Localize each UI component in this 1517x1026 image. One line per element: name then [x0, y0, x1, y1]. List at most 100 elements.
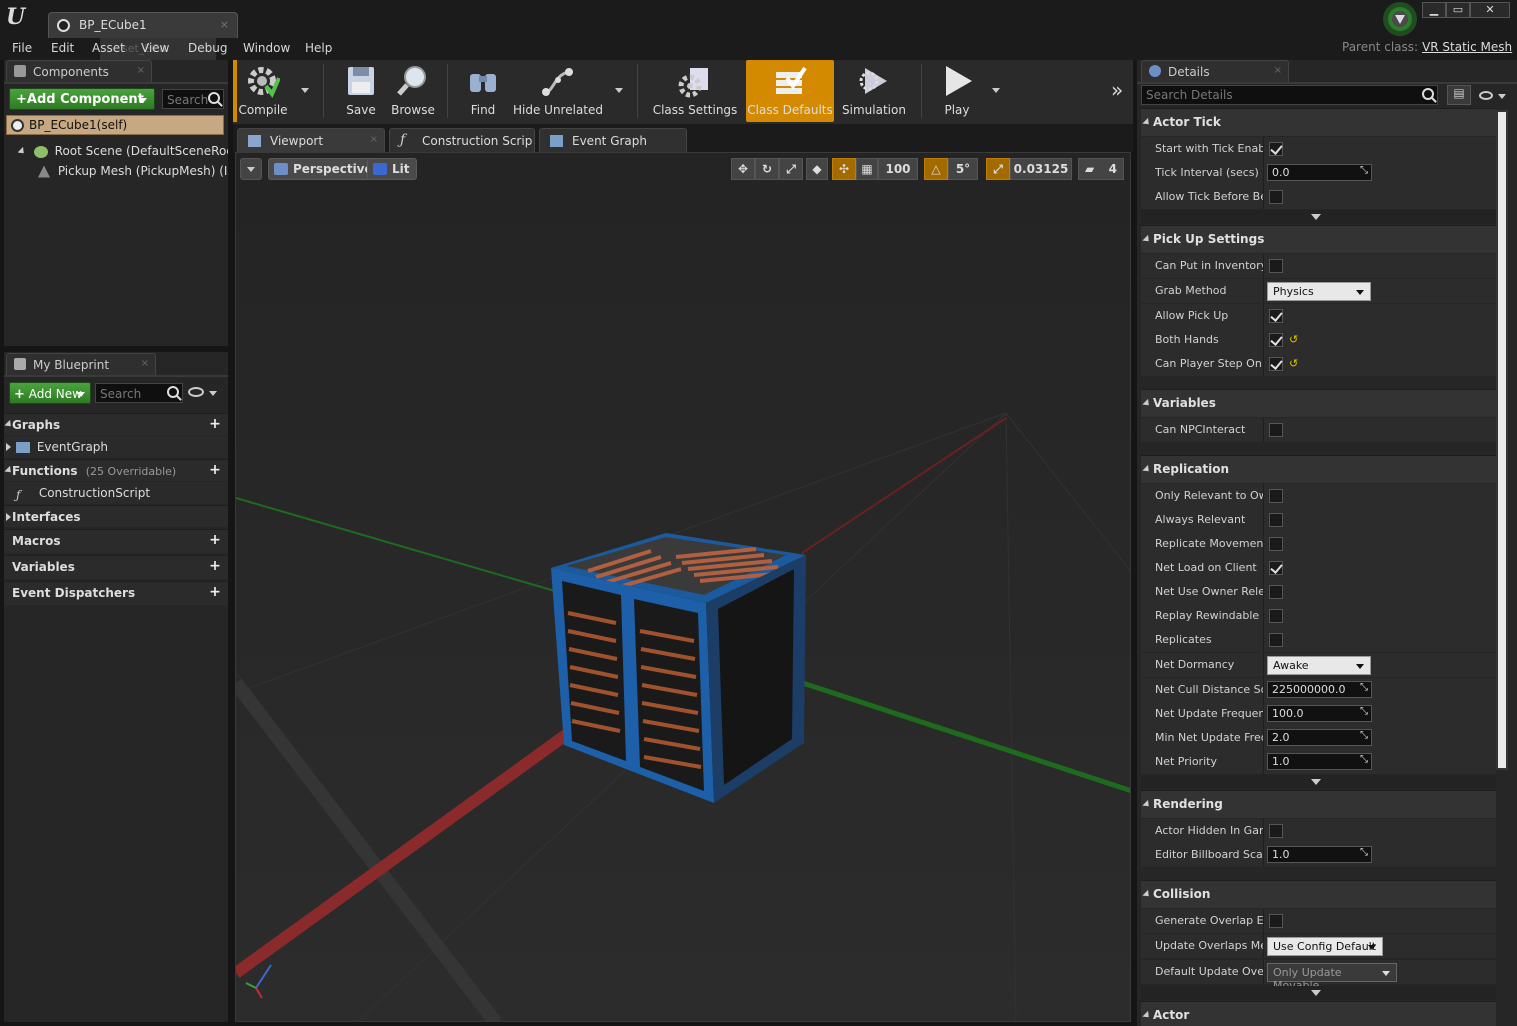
billboard-scale-input[interactable]: 1.0 [1267, 846, 1372, 863]
scale-snap-icon[interactable]: ⤢ [986, 158, 1010, 180]
translate-mode-icon[interactable]: ✥ [731, 158, 755, 180]
close-tab-icon[interactable]: × [141, 358, 149, 369]
grid-snap-icon[interactable]: ▦ [856, 158, 878, 180]
advanced-expander-icon[interactable] [1141, 210, 1496, 224]
menu-asset[interactable]: Asset [92, 41, 125, 55]
close-window-button[interactable]: ✕ [1470, 2, 1510, 18]
simulation-button[interactable]: Simulation [841, 60, 907, 122]
allow-tick-checkbox[interactable] [1269, 190, 1283, 204]
advanced-expander-icon[interactable] [1141, 775, 1496, 789]
maximize-button[interactable]: ▭ [1446, 2, 1470, 18]
my-blueprint-tab[interactable]: My Blueprint × [6, 353, 156, 375]
advanced-expander-icon[interactable] [1141, 986, 1496, 1000]
reset-to-default-icon[interactable]: ↺ [1289, 333, 1298, 346]
replicates-checkbox[interactable] [1269, 633, 1283, 647]
expand-arrow-icon[interactable] [18, 146, 27, 157]
save-button[interactable]: Save [337, 60, 385, 122]
tab-viewport[interactable]: Viewport × [237, 128, 385, 152]
generate-overlap-checkbox[interactable] [1269, 914, 1283, 928]
eventgraph-item[interactable]: EventGraph [4, 436, 228, 458]
close-tab-icon[interactable]: × [137, 65, 145, 76]
camera-speed-button[interactable]: ▰ 4 [1078, 158, 1124, 180]
both-hands-checkbox[interactable] [1269, 333, 1283, 347]
world-local-icon[interactable]: ◆ [806, 158, 828, 180]
net-update-input[interactable]: 100.0 [1267, 705, 1372, 722]
replay-rewindable-checkbox[interactable] [1269, 609, 1283, 623]
minimize-button[interactable]: ▁ [1422, 2, 1446, 18]
components-tab[interactable]: Components × [6, 60, 152, 82]
net-priority-input[interactable]: 1.0 [1267, 753, 1372, 770]
can-step-checkbox[interactable] [1269, 357, 1283, 371]
min-net-update-input[interactable]: 2.0 [1267, 729, 1372, 746]
net-load-checkbox[interactable] [1269, 561, 1283, 575]
rotation-snap-icon[interactable]: △ [924, 158, 948, 180]
close-tab-icon[interactable]: × [370, 134, 378, 145]
close-tab-icon[interactable]: × [1274, 65, 1282, 76]
tick-interval-input[interactable]: 0.0 [1267, 164, 1372, 181]
chevron-down-icon[interactable] [1498, 94, 1506, 99]
class-defaults-button[interactable]: Class Defaults [746, 60, 834, 122]
graphs-section[interactable]: Graphs + [4, 413, 228, 435]
rotation-snap-value[interactable]: 5° [948, 158, 978, 180]
add-component-button[interactable]: +Add Component [9, 88, 155, 110]
start-tick-checkbox[interactable] [1269, 142, 1283, 156]
category-collision[interactable]: Collision [1141, 880, 1496, 908]
components-search-input[interactable]: Search [162, 89, 224, 109]
add-new-button[interactable]: + Add New [9, 382, 91, 404]
replicate-movement-checkbox[interactable] [1269, 537, 1283, 551]
category-rendering[interactable]: Rendering [1141, 790, 1496, 818]
property-matrix-icon[interactable]: ▤ [1447, 85, 1471, 105]
class-settings-button[interactable]: Class Settings [651, 60, 739, 122]
browse-button[interactable]: Browse [389, 60, 437, 122]
can-put-checkbox[interactable] [1269, 259, 1283, 273]
details-tab[interactable]: Details × [1141, 60, 1289, 82]
always-relevant-checkbox[interactable] [1269, 513, 1283, 527]
menu-help[interactable]: Help [305, 41, 332, 55]
macros-section[interactable]: Macros + [4, 529, 228, 553]
parent-class-link[interactable]: VR Static Mesh [1422, 40, 1512, 54]
details-scrollbar-thumb[interactable] [1498, 112, 1506, 768]
component-root-scene[interactable]: Root Scene (DefaultSceneRoot) (I [18, 144, 228, 162]
only-relevant-checkbox[interactable] [1269, 489, 1283, 503]
compile-button[interactable]: Compile [237, 60, 289, 122]
rotate-mode-icon[interactable]: ↻ [755, 158, 779, 180]
add-macro-icon[interactable]: + [208, 533, 222, 547]
play-button[interactable]: Play [929, 60, 985, 122]
event-dispatchers-section[interactable]: Event Dispatchers + [4, 581, 228, 605]
net-use-owner-checkbox[interactable] [1269, 585, 1283, 599]
add-function-icon[interactable]: + [208, 463, 222, 477]
surface-snap-icon[interactable]: ✣ [832, 158, 856, 180]
viewport[interactable]: Perspective Lit ✥ ↻ ⤢ ◆ ✣ ▦ 100 △ 5° ⤢ 0… [235, 152, 1131, 1022]
hidden-in-game-checkbox[interactable] [1269, 824, 1283, 838]
functions-section[interactable]: Functions (25 Overridable) + [4, 459, 228, 481]
grid-snap-value[interactable]: 100 [878, 158, 918, 180]
add-dispatcher-icon[interactable]: + [208, 585, 222, 599]
category-variables[interactable]: Variables [1141, 389, 1496, 417]
toolbar-overflow-icon[interactable]: » [1111, 78, 1123, 102]
update-overlaps-select[interactable]: Use Config Default [1267, 937, 1383, 956]
grab-method-select[interactable]: Physics [1267, 282, 1371, 301]
menu-view[interactable]: View [141, 41, 169, 55]
close-tab-icon[interactable]: × [220, 18, 229, 31]
compile-options-chevron-icon[interactable] [301, 88, 309, 93]
variables-section[interactable]: Variables + [4, 555, 228, 579]
menu-window[interactable]: Window [243, 41, 290, 55]
category-actor[interactable]: Actor [1141, 1001, 1496, 1026]
construction-script-item[interactable]: ƒ ConstructionScript [4, 482, 228, 504]
component-self-item[interactable]: BP_ECube1(self) [6, 115, 224, 135]
add-graph-icon[interactable]: + [208, 417, 222, 431]
viewport-options-button[interactable] [240, 158, 262, 180]
tab-construction-script[interactable]: ƒ Construction Scrip [389, 128, 535, 152]
net-dormancy-select[interactable]: Awake [1267, 656, 1371, 675]
net-cull-input[interactable]: 225000000.0 [1267, 681, 1372, 698]
can-npc-checkbox[interactable] [1269, 423, 1283, 437]
category-actor-tick[interactable]: Actor Tick [1141, 108, 1496, 136]
reset-to-default-icon[interactable]: ↺ [1289, 357, 1298, 370]
component-pickup-mesh[interactable]: Pickup Mesh (PickupMesh) (Inh [38, 164, 228, 182]
add-variable-icon[interactable]: + [208, 559, 222, 573]
details-search-input[interactable]: Search Details [1141, 85, 1438, 105]
visibility-eye-icon[interactable] [1479, 91, 1493, 100]
tab-event-graph[interactable]: Event Graph [539, 128, 687, 152]
scale-mode-icon[interactable]: ⤢ [779, 158, 803, 180]
document-tab[interactable]: BP_ECube1 × [48, 12, 238, 38]
